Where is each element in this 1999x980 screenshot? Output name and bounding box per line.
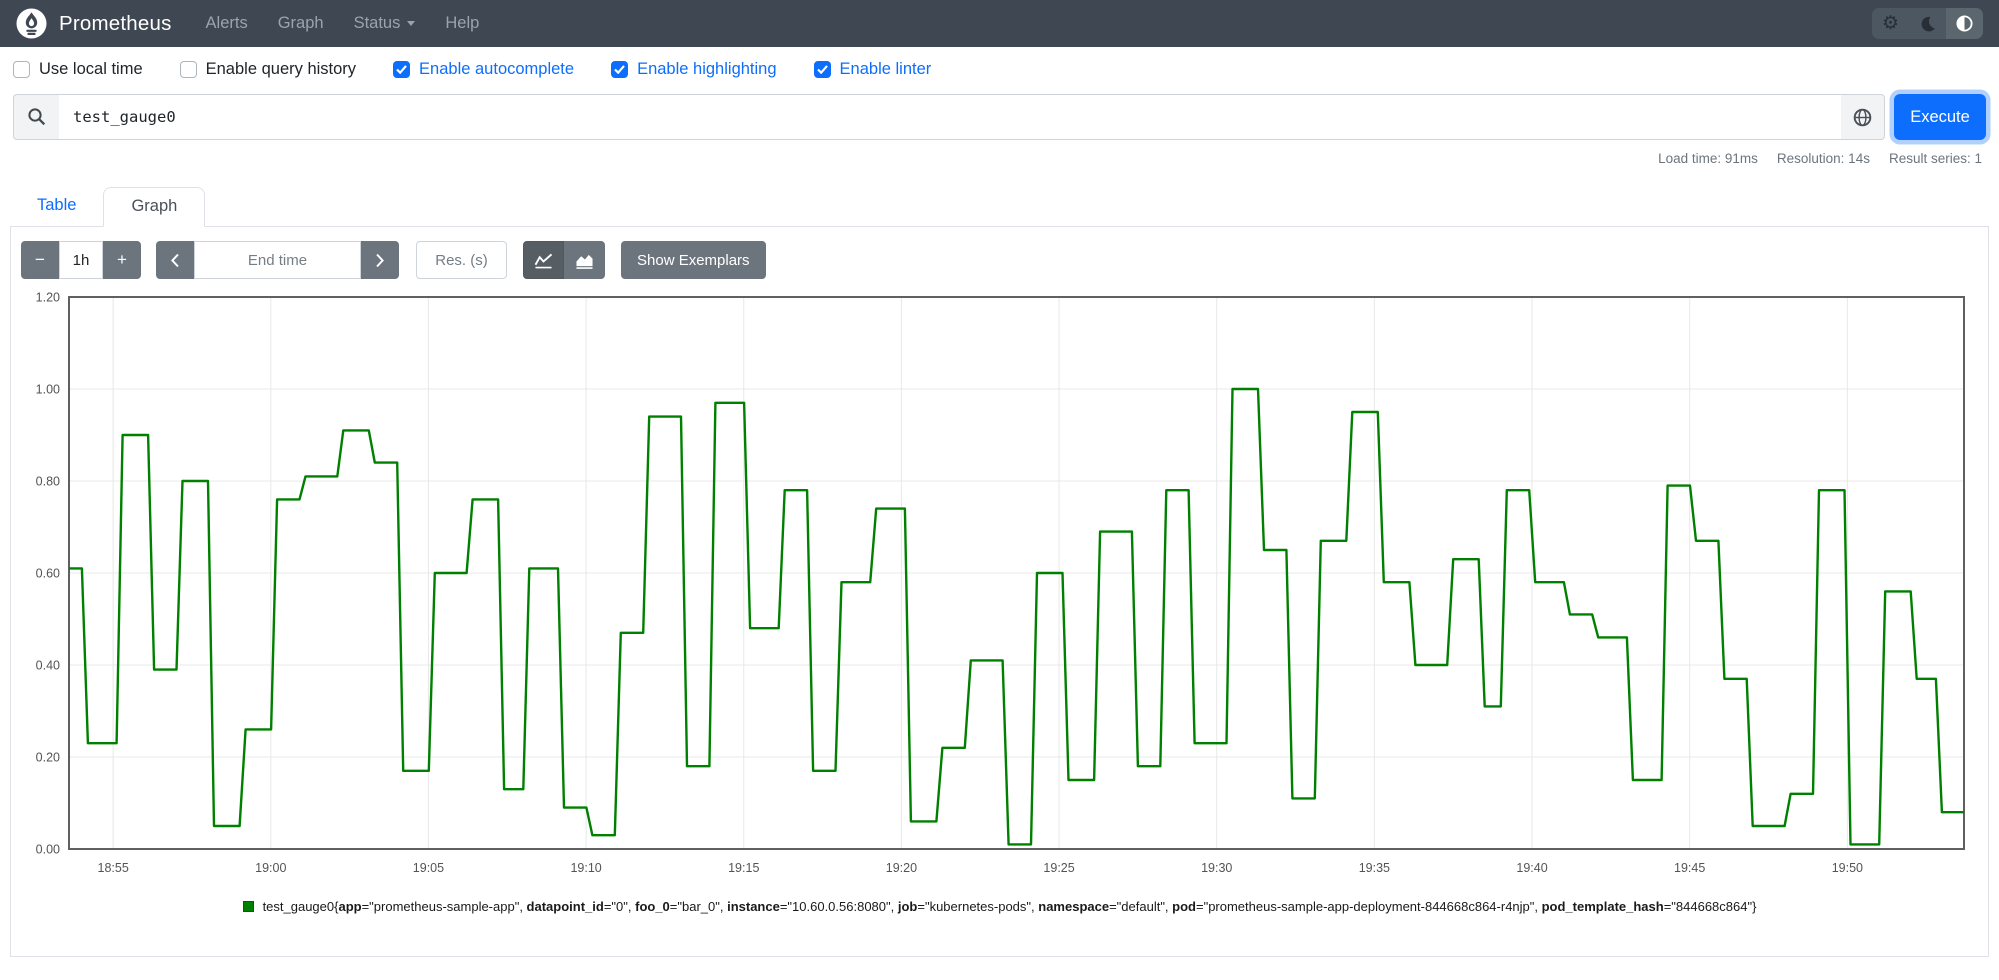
range-increase-button[interactable]: + bbox=[103, 241, 141, 279]
end-time-control-group bbox=[156, 241, 399, 279]
checkbox-enable-autocomplete[interactable]: Enable autocomplete bbox=[393, 60, 574, 79]
checkbox-use-local-time[interactable]: Use local time bbox=[13, 60, 143, 79]
svg-text:0.40: 0.40 bbox=[36, 659, 60, 673]
svg-text:19:10: 19:10 bbox=[570, 861, 601, 875]
query-options-row: Use local time Enable query history Enab… bbox=[0, 47, 1999, 91]
checkbox-box bbox=[179, 61, 197, 78]
svg-text:19:20: 19:20 bbox=[886, 861, 917, 875]
tab-table[interactable]: Table bbox=[10, 187, 103, 226]
time-back-button[interactable] bbox=[156, 241, 194, 279]
svg-text:19:25: 19:25 bbox=[1043, 861, 1074, 875]
theme-toggle-group: ⚙ bbox=[1872, 8, 1983, 39]
load-time-stat: Load time: 91ms bbox=[1658, 151, 1758, 166]
checkbox-enable-query-history[interactable]: Enable query history bbox=[179, 60, 356, 79]
svg-text:19:40: 19:40 bbox=[1516, 861, 1547, 875]
nav-item-help[interactable]: Help bbox=[445, 14, 479, 33]
result-series-stat: Result series: 1 bbox=[1888, 151, 1982, 166]
svg-text:0.60: 0.60 bbox=[36, 567, 60, 581]
navbar: Prometheus Alerts Graph Status Help ⚙ bbox=[0, 0, 1999, 47]
brand-title: Prometheus bbox=[59, 11, 172, 35]
nav-item-graph[interactable]: Graph bbox=[278, 14, 324, 33]
stacked-chart-toggle-button[interactable] bbox=[564, 241, 605, 279]
svg-text:18:55: 18:55 bbox=[98, 861, 129, 875]
chevron-right-icon bbox=[376, 253, 384, 267]
time-forward-button[interactable] bbox=[361, 241, 399, 279]
nav-item-alerts[interactable]: Alerts bbox=[206, 14, 248, 33]
checkbox-box bbox=[393, 61, 411, 78]
checkbox-box bbox=[611, 61, 629, 78]
prometheus-brand[interactable]: Prometheus bbox=[16, 8, 172, 39]
svg-text:19:05: 19:05 bbox=[413, 861, 444, 875]
checkbox-enable-highlighting[interactable]: Enable highlighting bbox=[611, 60, 777, 79]
line-chart-icon bbox=[534, 253, 553, 268]
graph-controls: − + Show Exemplars bbox=[11, 227, 1988, 287]
stacked-chart-icon bbox=[576, 254, 593, 269]
range-duration-input[interactable] bbox=[59, 241, 103, 279]
end-time-input[interactable] bbox=[194, 241, 361, 279]
metrics-explorer-globe-icon[interactable] bbox=[1841, 94, 1885, 140]
dark-mode-moon-icon[interactable] bbox=[1909, 8, 1946, 39]
search-icon bbox=[13, 94, 59, 140]
checkbox-box bbox=[13, 61, 30, 78]
query-input-group bbox=[13, 94, 1885, 140]
tab-graph[interactable]: Graph bbox=[103, 187, 206, 227]
nav-item-status-dropdown[interactable]: Status bbox=[354, 14, 416, 33]
svg-text:19:50: 19:50 bbox=[1832, 861, 1863, 875]
series-color-swatch bbox=[242, 901, 254, 912]
series-label-text[interactable]: test_gauge0{app="prometheus-sample-app",… bbox=[263, 899, 1757, 914]
svg-text:0.20: 0.20 bbox=[36, 751, 60, 765]
range-control-group: − + bbox=[21, 241, 141, 279]
svg-text:1.00: 1.00 bbox=[36, 383, 60, 397]
result-tabs: Table Graph bbox=[10, 187, 1989, 227]
resolution-input[interactable] bbox=[416, 241, 507, 279]
checkbox-enable-linter[interactable]: Enable linter bbox=[813, 60, 931, 79]
resolution-stat: Resolution: 14s bbox=[1776, 151, 1870, 166]
navbar-links: Alerts Graph Status Help bbox=[206, 14, 480, 33]
prometheus-logo-icon bbox=[16, 8, 47, 39]
chart-legend: test_gauge0{app="prometheus-sample-app",… bbox=[11, 899, 1988, 914]
show-exemplars-button[interactable]: Show Exemplars bbox=[621, 241, 766, 279]
svg-text:19:15: 19:15 bbox=[728, 861, 759, 875]
chevron-left-icon bbox=[171, 253, 179, 267]
svg-text:19:00: 19:00 bbox=[255, 861, 286, 875]
moon-icon bbox=[1921, 16, 1935, 31]
graph-panel: − + Show Exemplars 0.00 0.20 0.40 0.60 0.80 1… bbox=[10, 227, 1989, 957]
settings-gear-icon[interactable]: ⚙ bbox=[1872, 8, 1909, 39]
execute-button[interactable]: Execute bbox=[1894, 94, 1986, 140]
svg-text:19:35: 19:35 bbox=[1359, 861, 1390, 875]
svg-text:0.00: 0.00 bbox=[36, 843, 60, 857]
chevron-down-icon bbox=[407, 21, 416, 26]
svg-text:19:30: 19:30 bbox=[1201, 861, 1232, 875]
query-expression-input[interactable] bbox=[59, 94, 1841, 140]
time-series-chart: 0.00 0.20 0.40 0.60 0.80 1.00 1.20 18:55 19:00 19… bbox=[22, 289, 1988, 889]
chart-type-toggle-group bbox=[523, 241, 605, 279]
query-stats: Load time: 91ms Resolution: 14s Result s… bbox=[0, 151, 1999, 166]
range-decrease-button[interactable]: − bbox=[21, 241, 59, 279]
svg-text:19:45: 19:45 bbox=[1674, 861, 1705, 875]
checkbox-box bbox=[813, 61, 831, 78]
query-bar: Execute bbox=[13, 94, 1986, 140]
chart-plot-area[interactable]: 0.00 0.20 0.40 0.60 0.80 1.00 1.20 18:55 19:00 19… bbox=[22, 289, 1977, 889]
svg-text:0.80: 0.80 bbox=[36, 475, 60, 489]
auto-contrast-icon[interactable] bbox=[1946, 8, 1983, 39]
contrast-half-icon bbox=[1956, 15, 1973, 32]
line-chart-toggle-button[interactable] bbox=[523, 241, 564, 279]
svg-text:1.20: 1.20 bbox=[36, 291, 60, 305]
